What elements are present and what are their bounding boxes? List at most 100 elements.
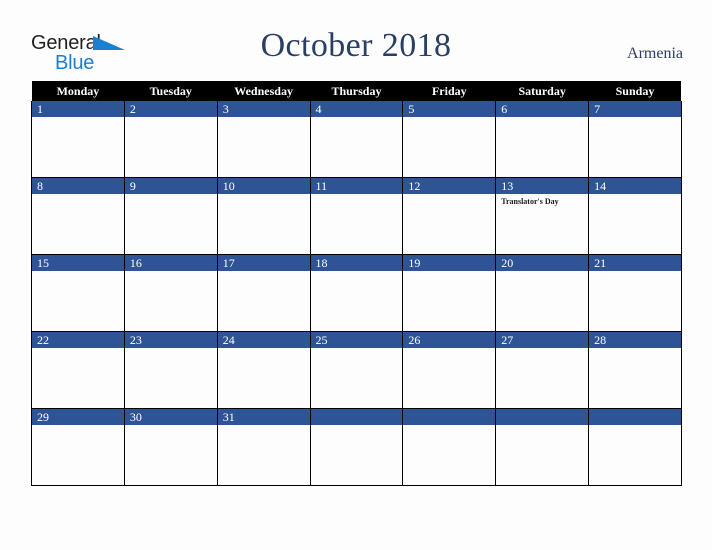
day-number: 1 bbox=[32, 101, 124, 117]
calendar-day-cell[interactable]: 29 bbox=[31, 408, 125, 486]
calendar-day-cell[interactable]: 21 bbox=[588, 254, 682, 332]
day-event bbox=[125, 348, 217, 351]
day-event: Translator's Day bbox=[501, 197, 559, 206]
calendar-day-cell[interactable]: 14 bbox=[588, 177, 682, 255]
calendar-week-row: 22 23 24 25 26 27 28 bbox=[31, 331, 682, 409]
day-event bbox=[496, 348, 588, 351]
day-number: 30 bbox=[124, 409, 217, 425]
day-number: 24 bbox=[217, 332, 310, 348]
calendar-day-cell[interactable]: 8 bbox=[31, 177, 125, 255]
weekday-header-thursday: Thursday bbox=[310, 81, 403, 101]
calendar-day-cell[interactable]: 16 bbox=[123, 254, 218, 332]
day-number: 21 bbox=[589, 255, 681, 271]
day-event bbox=[311, 425, 403, 428]
calendar-day-cell[interactable]: 20 bbox=[495, 254, 590, 332]
calendar-day-cell[interactable]: 2 bbox=[123, 101, 218, 178]
calendar-day-cell[interactable]: 26 bbox=[402, 331, 497, 409]
day-number: 5 bbox=[403, 101, 496, 117]
day-event bbox=[403, 117, 495, 120]
calendar-day-cell[interactable]: 25 bbox=[309, 331, 404, 409]
country-label: Armenia bbox=[627, 45, 683, 62]
day-number: 16 bbox=[124, 255, 217, 271]
weekday-header-saturday: Saturday bbox=[495, 81, 589, 101]
calendar-day-cell[interactable]: 24 bbox=[216, 331, 311, 409]
calendar-day-cell[interactable] bbox=[309, 408, 404, 486]
day-number: 10 bbox=[217, 178, 310, 194]
calendar-day-cell[interactable]: 31 bbox=[216, 408, 311, 486]
day-event bbox=[125, 271, 217, 274]
calendar-day-cell[interactable] bbox=[588, 408, 682, 486]
day-event bbox=[496, 425, 588, 428]
calendar-day-cell[interactable]: 7 bbox=[588, 101, 682, 178]
day-event bbox=[311, 348, 403, 351]
calendar-day-cell[interactable]: 13 Translator's Day bbox=[495, 177, 590, 255]
calendar-day-cell[interactable]: 10 bbox=[216, 177, 311, 255]
day-number: 20 bbox=[496, 255, 589, 271]
day-event bbox=[218, 425, 310, 428]
calendar-body: 1 2 3 4 5 6 7 8 9 10 11 12 13 Translator… bbox=[31, 101, 682, 486]
calendar-day-cell[interactable]: 15 bbox=[31, 254, 125, 332]
day-number: 4 bbox=[310, 101, 403, 117]
calendar-day-cell[interactable] bbox=[495, 408, 590, 486]
day-number: 9 bbox=[124, 178, 217, 194]
day-number: 11 bbox=[310, 178, 403, 194]
calendar-day-cell[interactable]: 23 bbox=[123, 331, 218, 409]
calendar-day-cell[interactable]: 30 bbox=[123, 408, 218, 486]
day-event bbox=[589, 348, 681, 351]
calendar-week-row: 8 9 10 11 12 13 Translator's Day 14 bbox=[31, 177, 682, 255]
day-event bbox=[32, 194, 124, 197]
day-event bbox=[403, 194, 495, 197]
day-event bbox=[403, 271, 495, 274]
day-event bbox=[496, 117, 588, 120]
day-event bbox=[32, 425, 124, 428]
calendar-day-cell[interactable]: 4 bbox=[309, 101, 404, 178]
calendar-day-cell[interactable]: 19 bbox=[402, 254, 497, 332]
calendar-day-cell[interactable]: 1 bbox=[31, 101, 125, 178]
day-event bbox=[589, 117, 681, 120]
day-event bbox=[311, 271, 403, 274]
day-event bbox=[589, 194, 681, 197]
calendar-week-row: 1 2 3 4 5 6 7 bbox=[31, 101, 682, 178]
day-number: 12 bbox=[403, 178, 496, 194]
calendar-day-cell[interactable]: 12 bbox=[402, 177, 497, 255]
calendar-day-cell[interactable]: 5 bbox=[402, 101, 497, 178]
day-event bbox=[32, 271, 124, 274]
calendar-day-cell[interactable]: 3 bbox=[216, 101, 311, 178]
day-event bbox=[32, 117, 124, 120]
day-number: 23 bbox=[124, 332, 217, 348]
day-number bbox=[496, 409, 589, 425]
day-number: 27 bbox=[496, 332, 589, 348]
day-number: 17 bbox=[217, 255, 310, 271]
day-event bbox=[403, 425, 495, 428]
day-event bbox=[125, 117, 217, 120]
calendar-day-cell[interactable] bbox=[402, 408, 497, 486]
calendar-day-cell[interactable]: 17 bbox=[216, 254, 311, 332]
day-number: 15 bbox=[32, 255, 124, 271]
day-event bbox=[218, 194, 310, 197]
day-event bbox=[32, 348, 124, 351]
day-event bbox=[403, 348, 495, 351]
page-title: October 2018 bbox=[260, 27, 452, 64]
calendar-day-cell[interactable]: 6 bbox=[495, 101, 590, 178]
day-number bbox=[310, 409, 403, 425]
day-event bbox=[218, 117, 310, 120]
day-number: 18 bbox=[310, 255, 403, 271]
day-event bbox=[218, 271, 310, 274]
day-event bbox=[125, 194, 217, 197]
day-number: 2 bbox=[124, 101, 217, 117]
day-event bbox=[311, 194, 403, 197]
day-event bbox=[125, 425, 217, 428]
calendar-day-cell[interactable]: 11 bbox=[309, 177, 404, 255]
calendar-grid: Monday Tuesday Wednesday Thursday Friday… bbox=[31, 81, 682, 486]
day-event bbox=[589, 425, 681, 428]
day-number: 14 bbox=[589, 178, 681, 194]
calendar-day-cell[interactable]: 9 bbox=[123, 177, 218, 255]
day-number: 22 bbox=[32, 332, 124, 348]
calendar-day-cell[interactable]: 22 bbox=[31, 331, 125, 409]
day-number: 7 bbox=[589, 101, 681, 117]
calendar-day-cell[interactable]: 27 bbox=[495, 331, 590, 409]
day-number: 6 bbox=[496, 101, 589, 117]
day-number: 8 bbox=[32, 178, 124, 194]
calendar-day-cell[interactable]: 18 bbox=[309, 254, 404, 332]
calendar-day-cell[interactable]: 28 bbox=[588, 331, 682, 409]
